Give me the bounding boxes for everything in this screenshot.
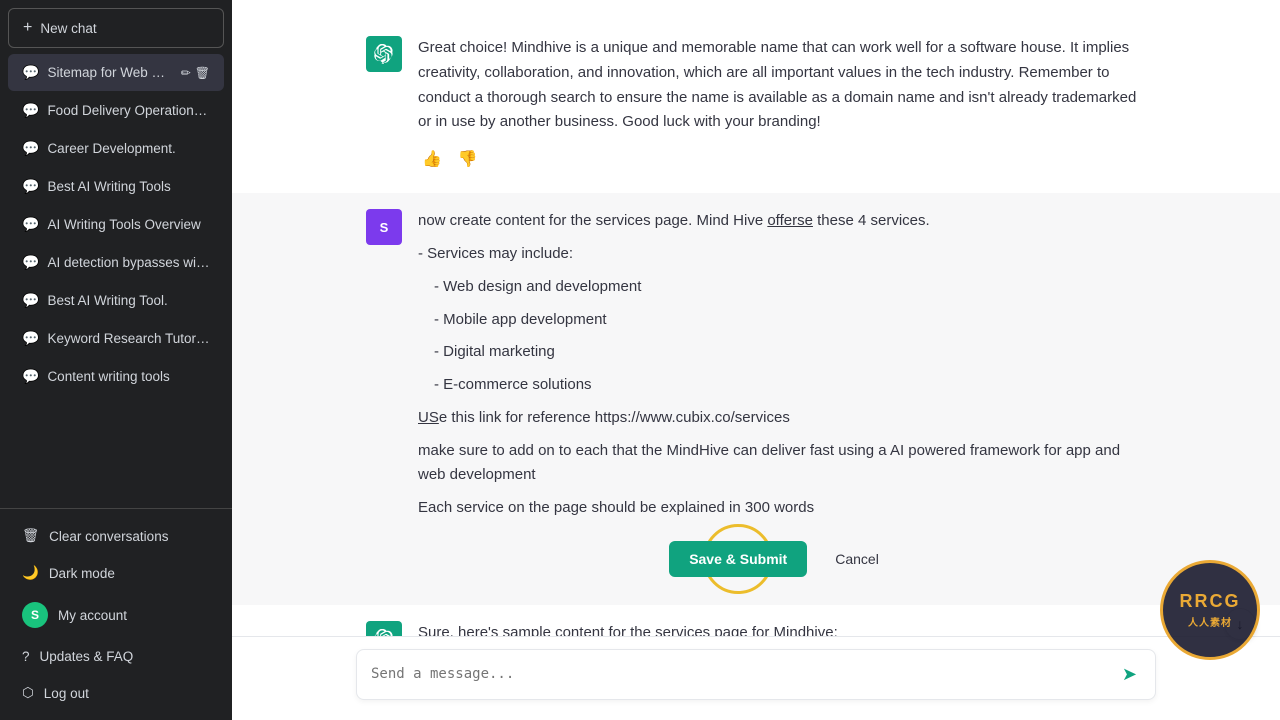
my-account-button[interactable]: S My account xyxy=(8,592,224,638)
chat-icon: 💬 xyxy=(22,330,39,347)
sidebar-item-best-ai-tool[interactable]: 💬 Best AI Writing Tool. xyxy=(8,282,224,319)
user-message-wrapper: S now create content for the services pa… xyxy=(232,193,1280,605)
sidebar-item-sitemap-web[interactable]: 💬 Sitemap for Web Devel ✏ 🗑 xyxy=(8,54,224,91)
assistant-message-2-text: Sure, here's sample content for the serv… xyxy=(418,621,1146,636)
avatar: S xyxy=(22,602,48,628)
message-actions: 👍 👎 xyxy=(418,143,1146,177)
assistant-message-2-row: Sure, here's sample content for the serv… xyxy=(326,605,1186,636)
chat-list: 💬 Sitemap for Web Devel ✏ 🗑 💬 Food Deliv… xyxy=(0,49,232,508)
scroll-down-button[interactable]: ↓ xyxy=(1224,608,1256,640)
chat-icon: 💬 xyxy=(22,216,39,233)
sidebar-item-label: Best AI Writing Tools xyxy=(47,179,210,194)
sidebar: + New chat 💬 Sitemap for Web Devel ✏ 🗑 💬… xyxy=(0,0,232,720)
sidebar-item-label: Career Development. xyxy=(47,141,210,156)
chat-icon: 💬 xyxy=(22,368,39,385)
send-icon: ➤ xyxy=(1122,664,1137,684)
trash-icon[interactable]: 🗑 xyxy=(195,66,210,80)
updates-faq-label: Updates & FAQ xyxy=(40,649,134,664)
updates-faq-button[interactable]: ? Updates & FAQ xyxy=(8,639,224,674)
question-icon: ? xyxy=(22,649,30,664)
chat-icon: 💬 xyxy=(22,102,39,119)
moon-icon: 🌙 xyxy=(22,565,39,581)
sidebar-item-ai-detection[interactable]: 💬 AI detection bypasses with C xyxy=(8,244,224,281)
edit-icon[interactable]: ✏ xyxy=(181,66,191,80)
sidebar-bottom: 🗑 Clear conversations 🌙 Dark mode S My a… xyxy=(0,508,232,720)
chevron-down-icon: ↓ xyxy=(1237,616,1244,632)
chat-icon: 💬 xyxy=(22,64,39,81)
sidebar-item-best-ai-writing[interactable]: 💬 Best AI Writing Tools xyxy=(8,168,224,205)
save-submit-ring: Save & Submit xyxy=(669,541,807,577)
my-account-label: My account xyxy=(58,608,127,623)
chat-icon: 💬 xyxy=(22,292,39,309)
chat-icon: 💬 xyxy=(22,254,39,271)
new-chat-button[interactable]: + New chat xyxy=(8,8,224,48)
sidebar-item-label: Content writing tools xyxy=(47,369,210,384)
sidebar-item-label: AI Writing Tools Overview xyxy=(47,217,210,232)
sidebar-item-label: AI detection bypasses with C xyxy=(47,255,210,270)
send-button[interactable]: ➤ xyxy=(1118,660,1141,689)
sidebar-item-label: Sitemap for Web Devel xyxy=(47,65,172,80)
sidebar-item-label: Food Delivery Operations Ma xyxy=(47,103,210,118)
message-row: Great choice! Mindhive is a unique and m… xyxy=(326,20,1186,193)
user-message-text: now create content for the services page… xyxy=(418,209,1146,589)
assistant-avatar-2 xyxy=(366,621,402,636)
chat-input[interactable] xyxy=(371,664,1118,685)
dark-mode-label: Dark mode xyxy=(49,566,115,581)
sidebar-item-label: Keyword Research Tutorial. xyxy=(47,331,210,346)
log-out-button[interactable]: ⬡ Log out xyxy=(8,675,224,711)
save-submit-container: Save & Submit Cancel xyxy=(418,529,1146,589)
thumbs-down-icon[interactable]: 👎 xyxy=(454,143,482,177)
assistant-message-text: Great choice! Mindhive is a unique and m… xyxy=(418,36,1146,177)
dark-mode-button[interactable]: 🌙 Dark mode xyxy=(8,555,224,591)
plus-icon: + xyxy=(23,19,32,37)
sidebar-item-label: Best AI Writing Tool. xyxy=(47,293,210,308)
save-submit-button[interactable]: Save & Submit xyxy=(669,541,807,577)
thumbs-up-icon[interactable]: 👍 xyxy=(418,143,446,177)
new-chat-label: New chat xyxy=(40,21,96,36)
input-area: ➤ xyxy=(232,636,1280,720)
chat-icon: 💬 xyxy=(22,178,39,195)
cancel-button[interactable]: Cancel xyxy=(819,541,895,577)
log-out-label: Log out xyxy=(44,686,89,701)
trash-icon: 🗑 xyxy=(22,528,39,544)
clear-conversations-button[interactable]: 🗑 Clear conversations xyxy=(8,518,224,554)
sidebar-item-keyword-research[interactable]: 💬 Keyword Research Tutorial. xyxy=(8,320,224,357)
chat-icon: 💬 xyxy=(22,140,39,157)
input-box: ➤ xyxy=(356,649,1156,700)
chat-messages: Great choice! Mindhive is a unique and m… xyxy=(232,0,1280,636)
sidebar-item-career-dev[interactable]: 💬 Career Development. xyxy=(8,130,224,167)
sidebar-item-content-writing[interactable]: 💬 Content writing tools xyxy=(8,358,224,395)
main-content: Great choice! Mindhive is a unique and m… xyxy=(232,0,1280,720)
sidebar-item-ai-writing-overview[interactable]: 💬 AI Writing Tools Overview xyxy=(8,206,224,243)
logout-icon: ⬡ xyxy=(22,685,34,701)
sidebar-item-food-delivery[interactable]: 💬 Food Delivery Operations Ma xyxy=(8,92,224,129)
user-avatar: S xyxy=(366,209,402,245)
user-message-row: S now create content for the services pa… xyxy=(326,193,1186,605)
clear-conversations-label: Clear conversations xyxy=(49,529,168,544)
assistant-avatar xyxy=(366,36,402,72)
